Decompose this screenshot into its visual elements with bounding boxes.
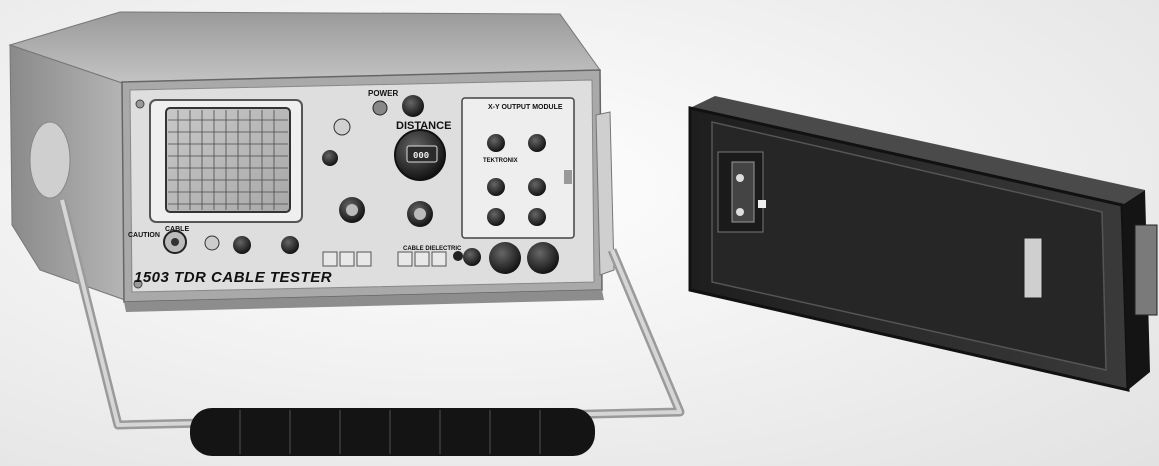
push-button — [322, 251, 338, 267]
latch — [758, 200, 766, 208]
knob — [322, 150, 338, 166]
push-button — [431, 251, 447, 267]
module-connector — [1134, 224, 1158, 316]
handle-grip — [190, 408, 595, 456]
caution-label: CAUTION — [128, 232, 160, 239]
knob-inner — [346, 204, 358, 216]
dielectric-label: CABLE DIELECTRIC — [403, 246, 462, 252]
knob — [281, 236, 299, 254]
terminal — [528, 208, 546, 226]
terminal — [487, 178, 505, 196]
photo-scene: 1503 TDR CABLE TESTER CAUTION CABLE POWE… — [0, 0, 1159, 466]
distance-counter-readout: 000 — [413, 151, 430, 161]
model-label: 1503 TDR CABLE TESTER — [134, 269, 333, 286]
tdr-instrument — [8, 11, 615, 312]
terminal — [487, 208, 505, 226]
knob — [204, 235, 220, 251]
xy-module-panel — [461, 97, 575, 239]
latch — [564, 170, 572, 184]
knob — [233, 236, 251, 254]
knob — [402, 95, 424, 117]
cable-label: CABLE — [165, 226, 190, 233]
push-button — [397, 251, 413, 267]
knob-inner — [414, 208, 426, 220]
side-foot — [29, 121, 71, 199]
distance-label: DISTANCE — [396, 120, 452, 132]
knob — [489, 242, 521, 274]
knob — [333, 118, 351, 136]
screw — [736, 208, 744, 216]
equipment-photo — [8, 11, 1158, 456]
cable-connector-center — [171, 238, 179, 246]
crt-screen — [165, 107, 291, 213]
connector-slot — [1023, 237, 1043, 299]
terminal — [528, 178, 546, 196]
push-button — [356, 251, 372, 267]
xy-module-label: X-Y OUTPUT MODULE — [488, 104, 563, 111]
push-button — [339, 251, 355, 267]
power-button — [372, 100, 388, 116]
screw — [736, 174, 744, 182]
indicator — [453, 251, 463, 261]
terminal — [487, 134, 505, 152]
knob — [527, 242, 559, 274]
power-label: POWER — [368, 89, 399, 98]
panel-screw — [135, 99, 145, 109]
accessory-module — [688, 96, 1158, 392]
terminal — [528, 134, 546, 152]
knob — [463, 248, 481, 266]
push-button — [414, 251, 430, 267]
tektronix-label: TEKTRONIX — [483, 158, 518, 164]
